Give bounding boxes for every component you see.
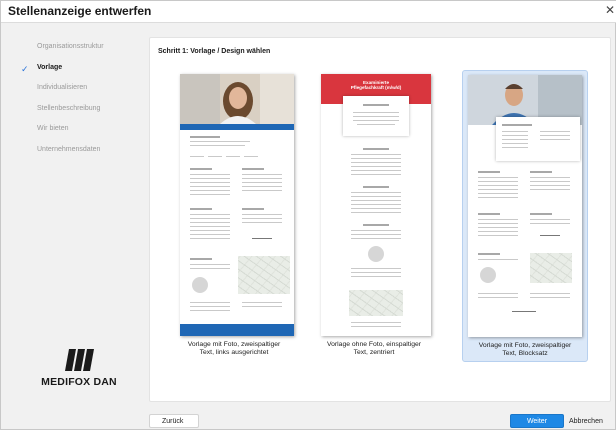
template-panel: Schritt 1: Vorlage / Design wählen Vorla…	[149, 37, 611, 402]
step-organisationsstruktur[interactable]: Organisationsstruktur	[37, 43, 104, 50]
step-vorlage[interactable]: Vorlage	[37, 64, 62, 71]
checkmark-icon: ✓	[21, 64, 29, 74]
medifox-logo-mark-icon	[65, 349, 94, 371]
dialog-window: Stellenanzeige entwerfen ✕ ✓ Organisatio…	[0, 0, 616, 430]
template-card-no-photo[interactable]: Examinierte Pflegefachkraft (m/w/d) Vorl…	[310, 70, 438, 362]
template-avatar-placeholder	[192, 277, 208, 293]
wizard-sidebar: ✓ Organisationsstruktur Vorlage Individu…	[1, 24, 141, 404]
template-preview	[468, 75, 582, 337]
template-avatar-placeholder	[368, 246, 384, 262]
template-card-photo-left[interactable]: Vorlage mit Foto, zweispaltiger Text, li…	[170, 70, 298, 362]
back-button[interactable]: Zurück	[149, 414, 199, 428]
template-map	[530, 253, 572, 283]
template-caption: Vorlage mit Foto, zweispaltiger Text, li…	[187, 341, 281, 356]
dialog-title: Stellenanzeige entwerfen	[8, 4, 152, 18]
template-color-bar	[180, 124, 294, 130]
cancel-button[interactable]: Abbrechen	[569, 414, 613, 428]
template-footer-bar	[180, 324, 294, 336]
step-individualisieren[interactable]: Individualisieren	[37, 84, 87, 91]
template-header-card	[343, 96, 409, 136]
title-bar: Stellenanzeige entwerfen ✕	[1, 1, 616, 23]
template-photo-woman	[180, 74, 294, 124]
next-button[interactable]: Weiter	[510, 414, 564, 428]
template-preview	[180, 74, 294, 336]
template-map	[238, 256, 290, 294]
step-unternehmensdaten[interactable]: Unternehmensdaten	[37, 146, 100, 153]
template-map	[349, 290, 403, 316]
template-caption: Vorlage ohne Foto, einspaltiger Text, ze…	[326, 341, 422, 356]
step-heading: Schritt 1: Vorlage / Design wählen	[158, 48, 271, 55]
template-header-card	[496, 117, 580, 161]
template-card-photo-block[interactable]: Vorlage mit Foto, zweispaltiger Text, Bl…	[462, 70, 588, 362]
template-preview: Examinierte Pflegefachkraft (m/w/d)	[321, 74, 431, 336]
step-stellenbeschreibung[interactable]: Stellenbeschreibung	[37, 105, 100, 112]
template-caption: Vorlage mit Foto, zweispaltiger Text, Bl…	[478, 342, 572, 357]
logo-text: MEDIFOX DAN	[41, 376, 117, 388]
template-avatar-placeholder	[480, 267, 496, 283]
step-wir-bieten[interactable]: Wir bieten	[37, 125, 69, 132]
close-icon[interactable]: ✕	[605, 3, 615, 17]
